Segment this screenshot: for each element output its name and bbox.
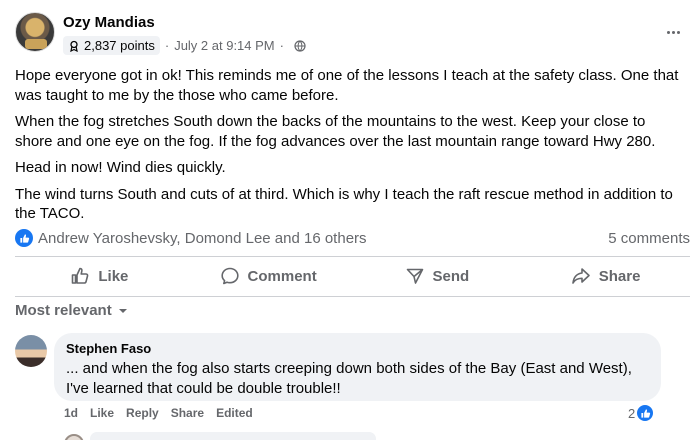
award-icon bbox=[70, 40, 78, 52]
comment-reaction-count: 2 bbox=[628, 405, 636, 421]
points-text: 2,837 points bbox=[84, 38, 155, 53]
divider bbox=[15, 296, 690, 297]
send-icon bbox=[406, 268, 423, 284]
dot-icon bbox=[666, 30, 670, 34]
post-body: Hope everyone got in ok! This reminds me… bbox=[15, 66, 685, 231]
reactions-bar: Andrew Yaroshevsky, Domond Lee and 16 ot… bbox=[15, 228, 690, 248]
like-reaction-icon bbox=[15, 229, 33, 247]
share-button[interactable]: Share bbox=[521, 258, 690, 294]
divider bbox=[15, 256, 690, 257]
globe-icon bbox=[294, 39, 306, 52]
comment-like-button[interactable]: Like bbox=[90, 406, 114, 420]
post-timestamp[interactable]: July 2 at 9:14 PM bbox=[174, 38, 274, 53]
reactions-summary[interactable]: Andrew Yaroshevsky, Domond Lee and 16 ot… bbox=[15, 229, 367, 247]
separator-dot: · bbox=[164, 38, 170, 53]
post-meta: 2,837 points · July 2 at 9:14 PM · bbox=[63, 36, 306, 55]
comments-count[interactable]: 5 comments bbox=[608, 230, 690, 247]
comment-actions: 1d Like Reply Share Edited bbox=[64, 406, 253, 420]
like-button[interactable]: Like bbox=[15, 258, 184, 294]
separator-dot: · bbox=[279, 38, 284, 53]
comment-text: ... and when the fog also starts creepin… bbox=[66, 360, 632, 397]
like-label: Like bbox=[98, 267, 129, 285]
post-actions: Like Comment Send Share bbox=[15, 258, 690, 294]
dot-icon bbox=[676, 30, 680, 34]
post-header: Ozy Mandias 2,837 points · July 2 at 9:1… bbox=[15, 12, 695, 56]
reactions-names[interactable]: Andrew Yaroshevsky, Domond Lee and 16 ot… bbox=[38, 230, 367, 247]
thumbs-up-icon bbox=[72, 267, 89, 284]
points-badge[interactable]: 2,837 points bbox=[63, 36, 160, 55]
send-label: Send bbox=[432, 267, 470, 285]
comment-age[interactable]: 1d bbox=[64, 406, 78, 420]
comment-bubble: Stephen Faso ... and when the fog also s… bbox=[54, 333, 661, 401]
like-reaction-icon bbox=[637, 405, 654, 421]
comment-reactions[interactable]: 2 bbox=[628, 405, 654, 421]
post-paragraph: When the fog stretches South down the ba… bbox=[15, 113, 656, 150]
more-options-button[interactable] bbox=[661, 20, 685, 44]
reply-bubble bbox=[90, 432, 376, 440]
post-paragraph: Head in now! Wind dies quickly. bbox=[15, 159, 226, 176]
commenter-avatar[interactable] bbox=[15, 335, 47, 367]
post-paragraph: The wind turns South and cuts of at thir… bbox=[15, 185, 673, 223]
comment-sort-dropdown[interactable]: Most relevant bbox=[15, 302, 128, 319]
post-author-name[interactable]: Ozy Mandias bbox=[63, 14, 155, 31]
comment-reply-button[interactable]: Reply bbox=[126, 406, 159, 420]
share-arrow-icon bbox=[571, 268, 590, 284]
share-label: Share bbox=[598, 267, 641, 285]
send-button[interactable]: Send bbox=[353, 258, 522, 294]
dot-icon bbox=[671, 30, 675, 34]
comment-author[interactable]: Stephen Faso bbox=[66, 341, 649, 357]
sort-label: Most relevant bbox=[15, 302, 112, 319]
comment-label: Comment bbox=[247, 267, 317, 285]
comment-bubble-icon bbox=[220, 267, 239, 285]
reply-avatar[interactable] bbox=[64, 434, 84, 440]
comment-share-button[interactable]: Share bbox=[171, 406, 204, 420]
author-avatar[interactable] bbox=[15, 12, 55, 52]
comment-button[interactable]: Comment bbox=[184, 258, 353, 294]
post-paragraph: Hope everyone got in ok! This reminds me… bbox=[15, 67, 679, 104]
comment-edited-label[interactable]: Edited bbox=[216, 406, 253, 420]
caret-down-icon bbox=[118, 308, 127, 313]
